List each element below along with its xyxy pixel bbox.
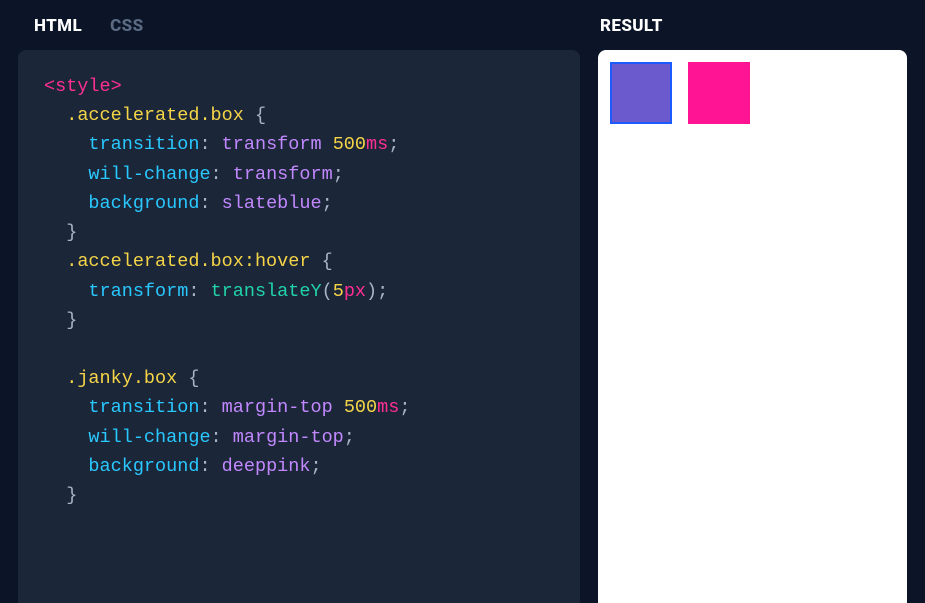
code-editor[interactable]: <style> .accelerated.box { transition: t…: [18, 50, 580, 603]
code-token: ): [366, 281, 377, 302]
code-token: transform: [222, 134, 322, 155]
code-token: margin-top: [222, 397, 333, 418]
code-token: :: [199, 397, 210, 418]
tab-html[interactable]: HTML: [34, 16, 82, 36]
code-token: px: [344, 281, 366, 302]
code-token: ;: [333, 164, 344, 185]
code-token: :: [199, 134, 210, 155]
code-token: ms: [377, 397, 399, 418]
code-token: (: [322, 281, 333, 302]
app-root: HTML CSS <style> .accelerated.box { tran…: [0, 0, 925, 603]
code-token: will-change: [88, 427, 210, 448]
code-content: <style> .accelerated.box { transition: t…: [44, 72, 556, 510]
code-token: <style>: [44, 76, 122, 97]
code-token: transition: [88, 134, 199, 155]
code-token: deeppink: [222, 456, 311, 477]
code-token: will-change: [88, 164, 210, 185]
code-token: background: [88, 456, 199, 477]
code-token: margin-top: [233, 427, 344, 448]
result-pane: [598, 50, 907, 603]
code-token: :: [188, 281, 199, 302]
code-token: }: [66, 485, 77, 506]
code-token: :: [211, 427, 222, 448]
code-token: 500: [344, 397, 377, 418]
code-token: slateblue: [222, 193, 322, 214]
janky-box[interactable]: [688, 62, 750, 124]
code-token: ;: [399, 397, 410, 418]
code-token: ;: [377, 281, 388, 302]
result-column: RESULT: [580, 0, 925, 603]
code-token: :: [199, 193, 210, 214]
code-token: :: [199, 456, 210, 477]
code-token: {: [244, 105, 266, 126]
code-token: ;: [388, 134, 399, 155]
code-token: 5: [333, 281, 344, 302]
result-label: RESULT: [598, 0, 925, 50]
code-token: transition: [88, 397, 199, 418]
code-token: .accelerated.box: [66, 105, 244, 126]
code-token: .accelerated.box:hover: [66, 251, 310, 272]
code-token: }: [66, 222, 77, 243]
editor-column: HTML CSS <style> .accelerated.box { tran…: [0, 0, 580, 603]
code-token: :: [211, 164, 222, 185]
code-token: translateY: [211, 281, 322, 302]
code-token: {: [310, 251, 332, 272]
code-token: background: [88, 193, 199, 214]
code-token: }: [66, 310, 77, 331]
editor-tabs: HTML CSS: [0, 0, 580, 50]
code-token: transform: [233, 164, 333, 185]
tab-css[interactable]: CSS: [110, 16, 143, 36]
code-token: {: [177, 368, 199, 389]
code-token: ;: [344, 427, 355, 448]
code-token: ;: [322, 193, 333, 214]
code-token: 500: [333, 134, 366, 155]
code-token: ms: [366, 134, 388, 155]
code-token: .janky.box: [66, 368, 177, 389]
code-token: transform: [88, 281, 188, 302]
accelerated-box[interactable]: [610, 62, 672, 124]
code-token: ;: [311, 456, 322, 477]
